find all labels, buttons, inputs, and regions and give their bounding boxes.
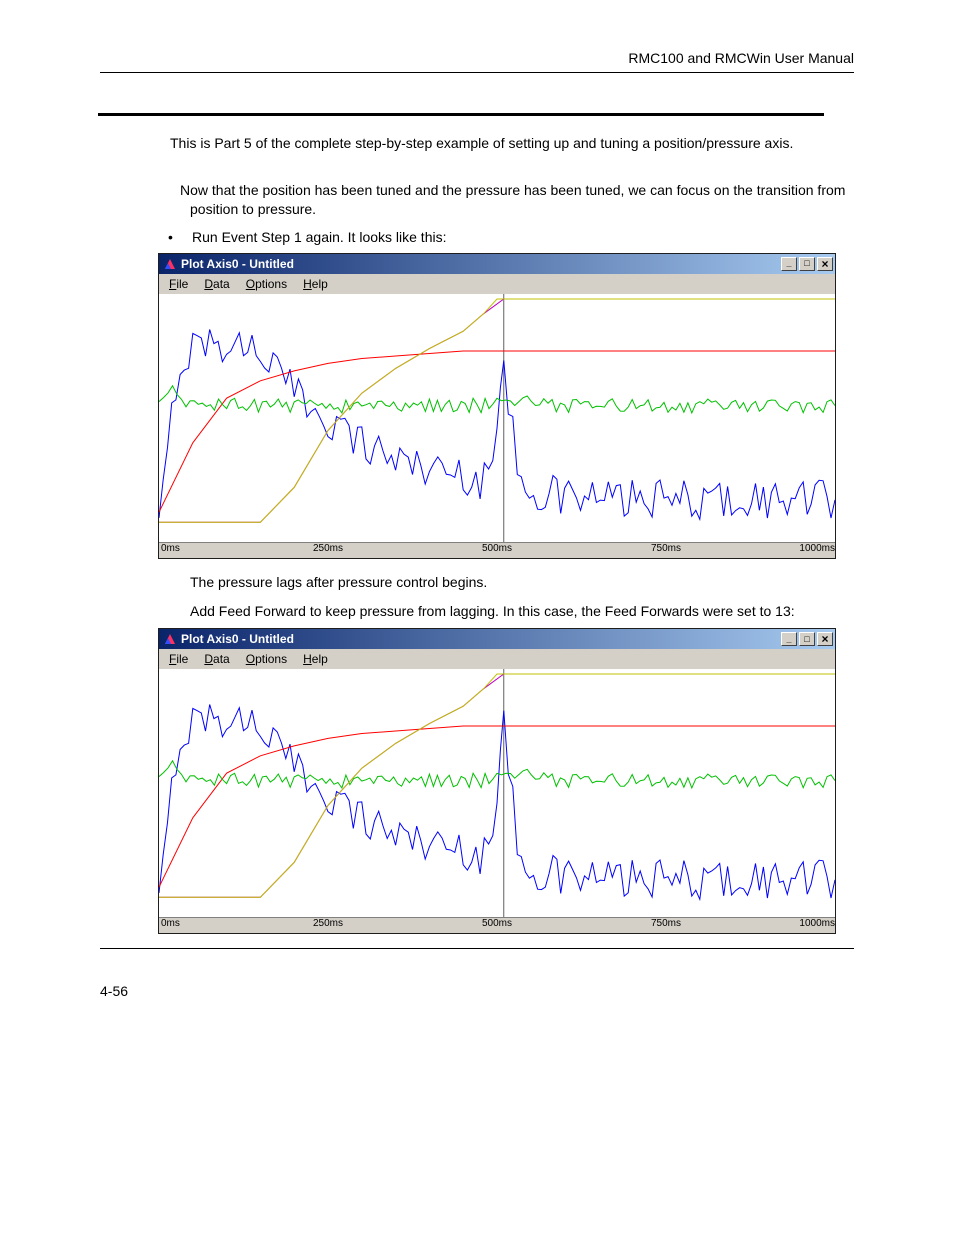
window-title: Plot Axis0 - Untitled	[181, 632, 781, 646]
minimize-button[interactable]: _	[781, 632, 797, 646]
footer-rule	[100, 948, 854, 949]
menu-help[interactable]: Help	[299, 276, 332, 292]
x-tick: 500ms	[482, 543, 512, 554]
lag-paragraph: The pressure lags after pressure control…	[190, 573, 830, 592]
page-header-title: RMC100 and RMCWin User Manual	[100, 50, 854, 66]
x-tick: 750ms	[651, 543, 681, 554]
window-title: Plot Axis0 - Untitled	[181, 257, 781, 271]
page-number: 4-56	[100, 983, 854, 999]
app-icon	[163, 257, 177, 271]
menu-bar: File Data Options Help	[159, 274, 835, 294]
intro-paragraph: This is Part 5 of the complete step-by-s…	[170, 134, 830, 153]
x-tick: 1000ms	[799, 918, 835, 929]
section-rule	[98, 113, 824, 116]
x-tick: 1000ms	[799, 543, 835, 554]
x-tick: 250ms	[313, 543, 343, 554]
menu-options[interactable]: Options	[242, 276, 291, 292]
x-axis-2: 0ms 250ms 500ms 750ms 1000ms	[159, 917, 835, 933]
close-button[interactable]: ×	[817, 632, 833, 646]
x-tick: 250ms	[313, 918, 343, 929]
plot-window-2: Plot Axis0 - Untitled _ □ × File Data Op…	[158, 628, 836, 934]
x-tick: 500ms	[482, 918, 512, 929]
menu-options[interactable]: Options	[242, 651, 291, 667]
menu-data[interactable]: Data	[200, 276, 233, 292]
plot-canvas-1[interactable]	[159, 294, 835, 542]
x-tick: 0ms	[161, 543, 180, 554]
menu-file[interactable]: File	[165, 651, 192, 667]
x-tick: 0ms	[161, 918, 180, 929]
plot-canvas-2[interactable]	[159, 669, 835, 917]
menu-help[interactable]: Help	[299, 651, 332, 667]
menu-bar: File Data Options Help	[159, 649, 835, 669]
feedforward-paragraph: Add Feed Forward to keep pressure from l…	[190, 602, 830, 621]
plot-window-1: Plot Axis0 - Untitled _ □ × File Data Op…	[158, 253, 836, 559]
minimize-button[interactable]: _	[781, 257, 797, 271]
header-rule	[100, 72, 854, 73]
menu-data[interactable]: Data	[200, 651, 233, 667]
bullet-item: • Run Event Step 1 again. It looks like …	[140, 229, 854, 245]
x-axis-1: 0ms 250ms 500ms 750ms 1000ms	[159, 542, 835, 558]
x-tick: 750ms	[651, 918, 681, 929]
window-titlebar[interactable]: Plot Axis0 - Untitled _ □ ×	[159, 629, 835, 649]
menu-file[interactable]: File	[165, 276, 192, 292]
window-titlebar[interactable]: Plot Axis0 - Untitled _ □ ×	[159, 254, 835, 274]
app-icon	[163, 632, 177, 646]
close-button[interactable]: ×	[817, 257, 833, 271]
bullet-text: Run Event Step 1 again. It looks like th…	[192, 229, 854, 245]
bullet-dot-icon: •	[140, 229, 192, 245]
maximize-button[interactable]: □	[799, 257, 815, 271]
maximize-button[interactable]: □	[799, 632, 815, 646]
transition-paragraph: Now that the position has been tuned and…	[140, 181, 854, 219]
